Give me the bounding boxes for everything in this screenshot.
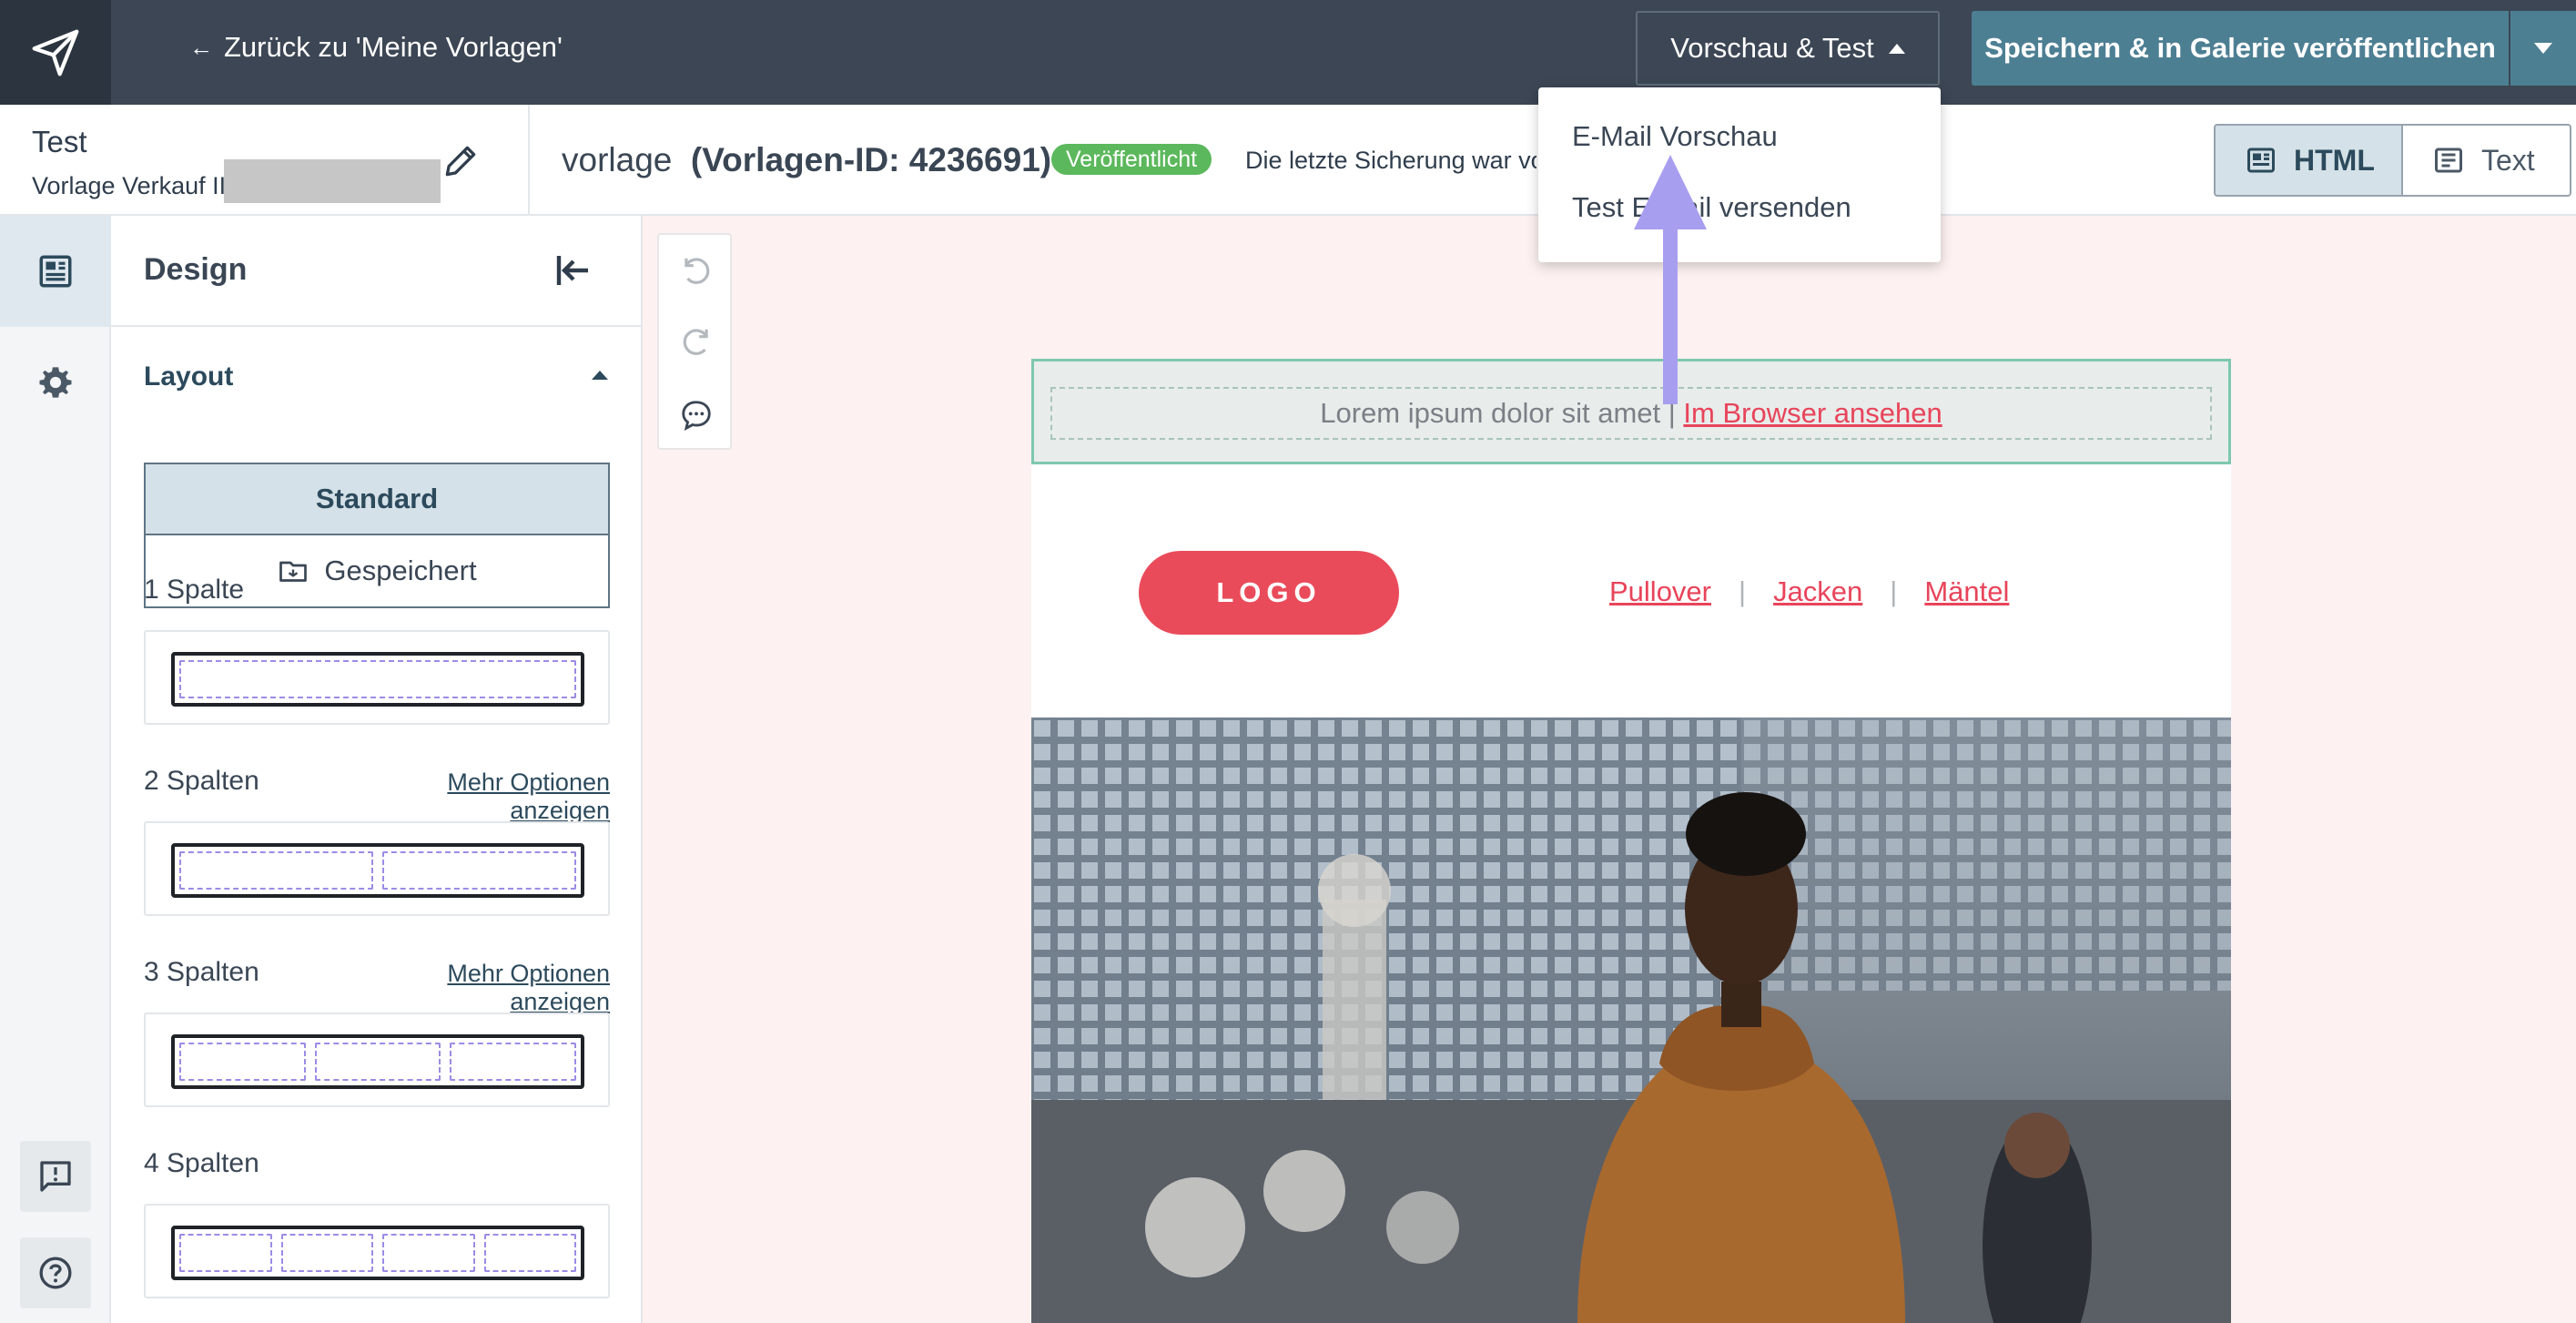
column-option-label: 4 Spalten bbox=[144, 1148, 259, 1178]
template-info: Test Vorlage Verkauf II bbox=[0, 105, 530, 214]
arrow-left-icon: ← bbox=[189, 33, 213, 61]
column-option-label: 2 Spalten bbox=[144, 766, 259, 796]
help-icon bbox=[39, 1257, 72, 1289]
save-publish-button[interactable]: Speichern & in Galerie veröffentlichen bbox=[1972, 11, 2509, 86]
folder-icon bbox=[279, 561, 308, 582]
feedback-icon bbox=[40, 1161, 71, 1192]
panel-title: Design bbox=[144, 252, 248, 287]
email-logo[interactable]: LOGO bbox=[1139, 551, 1399, 635]
caret-up-icon bbox=[1888, 43, 1905, 54]
column-layout-preview bbox=[171, 843, 584, 898]
rail-design-button[interactable] bbox=[0, 216, 111, 327]
html-view-label: HTML bbox=[2294, 143, 2375, 177]
more-options-link[interactable]: Mehr Optionen anzeigen bbox=[350, 960, 610, 1016]
nav-separator: | bbox=[1739, 575, 1747, 607]
left-icon-rail bbox=[0, 216, 111, 1323]
design-icon bbox=[39, 255, 72, 288]
email-nav: Pullover | Jacken | Mäntel bbox=[1609, 575, 2009, 608]
rail-settings-button[interactable] bbox=[0, 327, 111, 438]
text-view-button[interactable]: Text bbox=[2403, 124, 2571, 197]
layout-caret-icon[interactable] bbox=[592, 371, 608, 380]
undo-icon bbox=[685, 258, 710, 284]
pencil-icon[interactable] bbox=[441, 141, 481, 181]
html-icon bbox=[2247, 148, 2275, 173]
vorlage-id: (Vorlagen-ID: 4236691) bbox=[690, 141, 1052, 178]
top-bar: ← Zurück zu 'Meine Vorlagen' Vorschau & … bbox=[0, 0, 2576, 105]
column-slot bbox=[382, 851, 576, 890]
nav-link-maentel[interactable]: Mäntel bbox=[1924, 575, 2009, 608]
preview-test-label: Vorschau & Test bbox=[1670, 32, 1874, 64]
editor-header: Test Vorlage Verkauf II vorlage (Vorlage… bbox=[0, 105, 2576, 216]
save-options-dropdown[interactable] bbox=[2510, 11, 2576, 86]
text-view-label: Text bbox=[2481, 143, 2535, 177]
nav-separator: | bbox=[1890, 575, 1898, 607]
vorlage-name: vorlage bbox=[562, 141, 673, 178]
column-option-label: 3 Spalten bbox=[144, 957, 259, 987]
back-link[interactable]: ← Zurück zu 'Meine Vorlagen' bbox=[189, 31, 563, 64]
column-slot bbox=[450, 1043, 577, 1081]
redacted-block bbox=[224, 159, 441, 203]
column-layout-preview bbox=[171, 1226, 584, 1280]
column-slot bbox=[382, 1234, 475, 1272]
editor-tools bbox=[657, 233, 732, 450]
collapse-left-icon[interactable] bbox=[552, 249, 595, 292]
column-layout-card[interactable] bbox=[144, 1013, 610, 1107]
column-layout-preview bbox=[171, 1034, 584, 1089]
view-in-browser-link[interactable]: Im Browser ansehen bbox=[1683, 397, 1942, 430]
nav-link-jacken[interactable]: Jacken bbox=[1773, 575, 1862, 608]
status-badge: Veröffentlicht bbox=[1051, 144, 1212, 175]
redo-icon bbox=[683, 329, 708, 355]
column-layout-card[interactable] bbox=[144, 630, 610, 725]
save-publish-label: Speichern & in Galerie veröffentlichen bbox=[1984, 32, 2496, 64]
view-toggle: HTML Text bbox=[2214, 124, 2571, 197]
undo-button[interactable] bbox=[678, 253, 715, 290]
panel-divider bbox=[111, 325, 643, 327]
column-slot bbox=[314, 1043, 441, 1081]
redo-button[interactable] bbox=[678, 324, 715, 361]
last-save-info: Die letzte Sicherung war vor bbox=[1245, 147, 1536, 174]
more-options-link[interactable]: Mehr Optionen anzeigen bbox=[350, 768, 610, 825]
column-layout-card[interactable] bbox=[144, 1204, 610, 1298]
layout-section-heading[interactable]: Layout bbox=[144, 361, 233, 392]
hero-image[interactable] bbox=[1031, 717, 2231, 1323]
template-subtitle: Vorlage Verkauf II bbox=[32, 172, 227, 199]
comment-button[interactable] bbox=[678, 397, 715, 433]
design-panel: Design Layout Standard Gespeichert 1 Spa… bbox=[111, 216, 643, 1323]
send-logo-icon bbox=[32, 29, 79, 76]
column-layout-card[interactable] bbox=[144, 821, 610, 916]
column-slot bbox=[179, 851, 373, 890]
column-slot bbox=[179, 1043, 306, 1081]
menu-item-send-test-email[interactable]: Test E-Mail versenden bbox=[1572, 191, 1851, 224]
column-slot bbox=[483, 1234, 576, 1272]
feedback-button[interactable] bbox=[20, 1141, 91, 1212]
preview-test-button[interactable]: Vorschau & Test bbox=[1636, 11, 1940, 86]
email-header[interactable]: LOGO Pullover | Jacken | Mäntel bbox=[1031, 464, 2231, 717]
column-layout-preview bbox=[171, 652, 584, 707]
help-button[interactable] bbox=[20, 1237, 91, 1308]
nav-link-pullover[interactable]: Pullover bbox=[1609, 575, 1711, 608]
saved-tab-label: Gespeichert bbox=[324, 555, 477, 586]
column-slot bbox=[179, 660, 576, 698]
vorlage-title: vorlage (Vorlagen-ID: 4236691) bbox=[562, 141, 1051, 179]
template-name: Test bbox=[32, 125, 87, 158]
text-icon bbox=[2435, 148, 2462, 173]
standard-tab[interactable]: Standard bbox=[144, 463, 610, 535]
menu-item-email-preview[interactable]: E-Mail Vorschau bbox=[1572, 120, 1778, 153]
caret-down-icon bbox=[2534, 43, 2552, 54]
app-logo[interactable] bbox=[0, 0, 111, 105]
hero-photo-illustration bbox=[1031, 717, 2231, 1323]
preview-test-dropdown: E-Mail Vorschau Test E-Mail versenden bbox=[1538, 87, 1941, 262]
comment-icon bbox=[682, 401, 711, 431]
column-slot bbox=[179, 1234, 272, 1272]
back-link-label: Zurück zu 'Meine Vorlagen' bbox=[224, 31, 563, 63]
html-view-button[interactable]: HTML bbox=[2214, 124, 2403, 197]
column-option-label: 1 Spalte bbox=[144, 575, 245, 605]
gear-icon bbox=[39, 367, 72, 398]
annotation-arrow bbox=[1634, 155, 1707, 404]
column-slot bbox=[280, 1234, 373, 1272]
